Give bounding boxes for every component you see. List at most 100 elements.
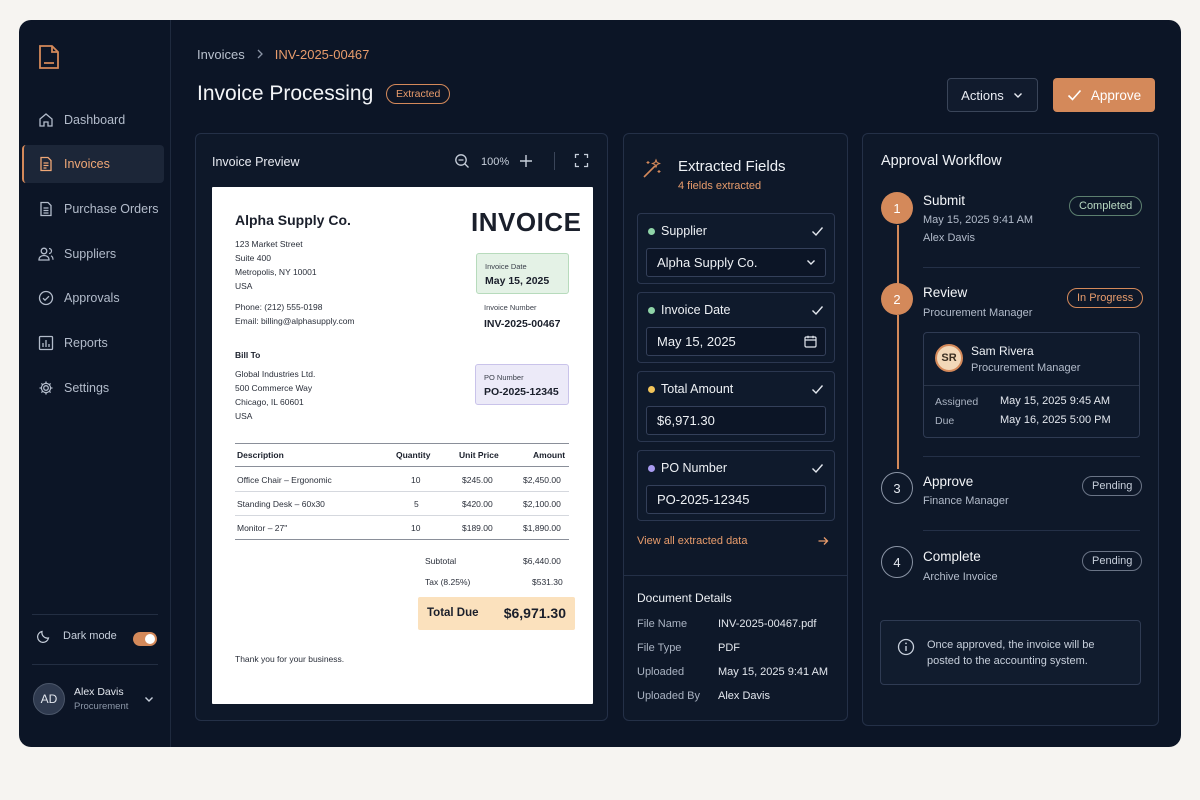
- invoice-footer: Thank you for your business.: [235, 654, 345, 664]
- step-number: 2: [881, 283, 913, 315]
- field-card-invoice-date: Invoice Date May 15, 2025: [637, 292, 835, 363]
- total-amount-input[interactable]: $6,971.30: [646, 406, 826, 435]
- section-divider: [624, 575, 847, 576]
- breadcrumb: Invoices INV-2025-00467: [197, 47, 369, 62]
- sidebar-item-reports[interactable]: Reports: [22, 324, 164, 362]
- due-value: May 16, 2025 5:00 PM: [1000, 414, 1111, 426]
- assigned-label: Assigned: [935, 396, 979, 408]
- table-cell: $2,450.00: [523, 475, 561, 485]
- view-all-extracted-link[interactable]: View all extracted data: [637, 535, 747, 547]
- invoice-document: Alpha Supply Co. INVOICE 123 Market Stre…: [212, 187, 593, 704]
- chevron-down-icon[interactable]: [143, 692, 155, 710]
- info-text: Once approved, the invoice will be poste…: [927, 639, 1095, 667]
- toolbar-divider: [554, 152, 555, 170]
- arrow-right-icon[interactable]: [817, 534, 829, 552]
- zoom-in-icon[interactable]: [518, 153, 534, 174]
- step-connector: [897, 225, 899, 291]
- zoom-out-icon[interactable]: [454, 153, 470, 174]
- table-rule: [235, 515, 569, 516]
- status-badge: Extracted: [386, 84, 451, 104]
- card-divider: [924, 385, 1139, 386]
- bill-to-address: Global Industries Ltd. 500 Commerce Way …: [235, 367, 315, 423]
- approval-workflow-panel: Approval Workflow 1 Submit May 15, 2025 …: [862, 133, 1159, 726]
- address-line: Metropolis, NY 10001: [235, 267, 317, 277]
- sidebar-item-settings[interactable]: Settings: [22, 369, 164, 407]
- po-number-highlight: PO Number PO-2025-12345: [475, 364, 569, 405]
- app-logo-icon[interactable]: [37, 44, 61, 70]
- sidebar-item-purchase-orders[interactable]: Purchase Orders: [22, 190, 164, 228]
- table-cell: $245.00: [462, 475, 493, 485]
- field-label: Supplier: [661, 224, 707, 238]
- po-number-input[interactable]: PO-2025-12345: [646, 485, 826, 514]
- zoom-level: 100%: [481, 156, 510, 168]
- table-cell: 5: [414, 499, 419, 509]
- supplier-select[interactable]: Alpha Supply Co.: [646, 248, 826, 277]
- bar-chart-icon: [37, 335, 54, 352]
- user-menu[interactable]: AD Alex Davis Procurement: [33, 683, 163, 715]
- table-cell: Monitor – 27": [237, 523, 288, 533]
- total-due-highlight: Total Due $6,971.30: [418, 597, 575, 630]
- detail-label: File Name: [637, 618, 688, 630]
- detail-value: Alex Davis: [718, 690, 770, 702]
- moon-icon: [37, 629, 51, 643]
- invoice-phone: Phone: (212) 555-0198: [235, 302, 323, 312]
- check-circle-icon: [37, 290, 54, 307]
- status-dot: [648, 307, 655, 314]
- actions-button[interactable]: Actions: [947, 78, 1038, 112]
- table-header: Unit Price: [459, 450, 499, 460]
- check-icon: [811, 382, 824, 400]
- sidebar-item-label: Reports: [64, 336, 108, 350]
- step-user: Alex Davis: [923, 232, 975, 244]
- status-badge: Completed: [1069, 196, 1143, 216]
- step-divider: [923, 456, 1140, 457]
- status-badge: Pending: [1082, 551, 1143, 571]
- total-due-value: $6,971.30: [503, 605, 566, 621]
- step-number: 1: [881, 192, 913, 224]
- info-icon: [897, 638, 915, 661]
- breadcrumb-current: INV-2025-00467: [274, 47, 370, 62]
- sidebar-item-dashboard[interactable]: Dashboard: [22, 101, 164, 139]
- fullscreen-icon[interactable]: [574, 153, 589, 173]
- sidebar-item-invoices[interactable]: Invoices: [22, 145, 164, 183]
- dark-mode-toggle[interactable]: [133, 632, 157, 646]
- bill-to-line: USA: [235, 411, 253, 421]
- invoice-heading: INVOICE: [471, 207, 582, 237]
- calendar-icon[interactable]: [804, 335, 817, 351]
- chevron-right-icon: [256, 47, 264, 62]
- chevron-down-icon: [805, 256, 817, 271]
- detail-value: INV-2025-00467.pdf: [718, 618, 817, 630]
- detail-value: May 15, 2025 9:41 AM: [718, 666, 829, 678]
- sidebar-item-label: Purchase Orders: [64, 202, 159, 216]
- home-icon: [37, 112, 54, 129]
- address-line: Suite 400: [235, 253, 271, 263]
- sidebar-item-label: Approvals: [64, 291, 120, 305]
- sidebar-divider: [32, 664, 158, 665]
- users-icon: [37, 246, 54, 263]
- total-due-label: Total Due: [427, 607, 479, 619]
- bill-to-line: Global Industries Ltd.: [235, 369, 316, 379]
- assigned-value: May 15, 2025 9:45 AM: [1000, 395, 1111, 407]
- sidebar-item-label: Settings: [64, 381, 110, 395]
- subtotal-value: $6,440.00: [523, 556, 561, 566]
- bill-to-line: 500 Commerce Way: [235, 383, 313, 393]
- user-name: Alex Davis: [74, 686, 124, 698]
- invoice-date-input[interactable]: May 15, 2025: [646, 327, 826, 356]
- detail-label: Uploaded: [637, 666, 685, 678]
- sidebar-item-suppliers[interactable]: Suppliers: [22, 235, 164, 273]
- table-cell: $1,890.00: [523, 523, 561, 533]
- table-rule: [235, 491, 569, 492]
- sidebar-divider: [32, 614, 158, 615]
- table-cell: 10: [411, 475, 421, 485]
- approve-button[interactable]: Approve: [1053, 78, 1155, 112]
- bill-to-label: Bill To: [235, 350, 261, 360]
- invoice-date-highlight: Invoice Date May 15, 2025: [476, 253, 569, 294]
- extracted-fields-count: 4 fields extracted: [678, 180, 762, 192]
- extracted-fields-title: Extracted Fields: [678, 158, 786, 175]
- sidebar-item-approvals[interactable]: Approvals: [22, 279, 164, 317]
- gear-icon: [37, 380, 54, 397]
- step-name: Approve: [923, 474, 974, 489]
- breadcrumb-invoices-link[interactable]: Invoices: [197, 47, 245, 62]
- status-dot: [648, 228, 655, 235]
- field-label: Invoice Date: [661, 303, 731, 317]
- invoice-icon: [37, 156, 54, 173]
